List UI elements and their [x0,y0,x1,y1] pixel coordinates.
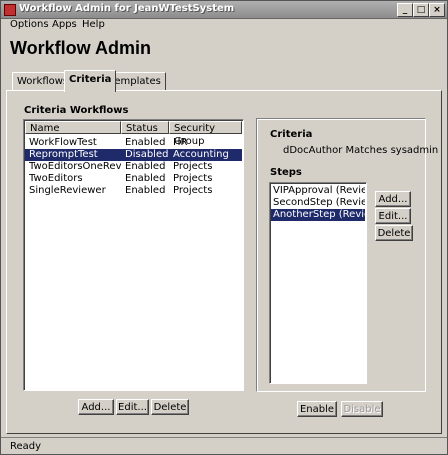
steps-label: Steps [270,167,302,178]
list-item[interactable]: VIPApproval (Review) [271,185,365,197]
table-row-selected[interactable]: RepromptTest Disabled Accounting [25,149,242,161]
cell-status: Enabled [125,185,166,196]
status-text: Ready [10,441,42,452]
cell-name: TwoEditors [29,173,83,184]
cell-security-group: HR [173,137,188,148]
table-row[interactable]: TwoEditorsOneRevi... Enabled Projects [25,161,242,173]
window-title: Workflow Admin for JeanWTestSystem [19,3,235,14]
enable-button[interactable]: Enable [297,401,337,417]
delete-workflow-button[interactable]: Delete [151,399,189,415]
menu-apps[interactable]: Apps [52,19,77,30]
status-bar: Ready [1,437,447,455]
criteria-value: dDocAuthor Matches sysadmin [283,145,439,156]
cell-name: WorkFlowTest [29,137,97,148]
cell-status: Enabled [125,173,166,184]
minimize-button[interactable]: _ [397,3,413,17]
column-header-name[interactable]: Name [25,121,121,134]
cell-name: TwoEditorsOneRevi... [29,161,121,172]
add-workflow-button[interactable]: Add... [78,399,114,415]
cell-security-group: Accounting [173,149,229,160]
menu-options[interactable]: Options [10,19,49,30]
column-header-status[interactable]: Status [121,121,169,134]
table-row[interactable]: WorkFlowTest Enabled HR [25,137,242,149]
column-header-security-group[interactable]: Security Group [169,121,242,147]
criteria-workflows-table[interactable]: Name Status Security Group WorkFlowTest … [23,119,244,391]
disable-button[interactable]: Disable [341,401,383,417]
app-window: Workflow Admin for JeanWTestSystem _ □ ×… [0,0,448,455]
add-step-button[interactable]: Add... [375,191,411,207]
table-row[interactable]: SingleReviewer Enabled Projects [25,185,242,197]
edit-step-button[interactable]: Edit... [375,208,411,224]
cell-status: Disabled [125,149,169,160]
cell-security-group: Projects [173,185,213,196]
cell-security-group: Projects [173,173,213,184]
criteria-workflows-label: Criteria Workflows [24,105,129,116]
cell-name: SingleReviewer [29,185,106,196]
close-button[interactable]: × [429,3,445,17]
maximize-button[interactable]: □ [413,3,429,17]
list-item-selected[interactable]: AnotherStep (Review/N [271,209,365,221]
steps-list[interactable]: VIPApproval (Review) SecondStep (Review)… [269,182,367,384]
cell-name: RepromptTest [29,149,98,160]
menu-help[interactable]: Help [82,19,105,30]
delete-step-button[interactable]: Delete [375,225,413,241]
menu-bar: Options Apps Help [1,18,447,33]
page-title: Workflow Admin [10,38,151,58]
criteria-label: Criteria [270,129,313,140]
list-item[interactable]: SecondStep (Review) [271,197,365,209]
app-icon [4,4,16,16]
cell-status: Enabled [125,137,166,148]
title-bar[interactable]: Workflow Admin for JeanWTestSystem _ □ × [1,1,447,19]
tab-criteria[interactable]: Criteria [64,70,117,92]
edit-workflow-button[interactable]: Edit... [116,399,149,415]
cell-security-group: Projects [173,161,213,172]
table-row[interactable]: TwoEditors Enabled Projects [25,173,242,185]
cell-status: Enabled [125,161,166,172]
